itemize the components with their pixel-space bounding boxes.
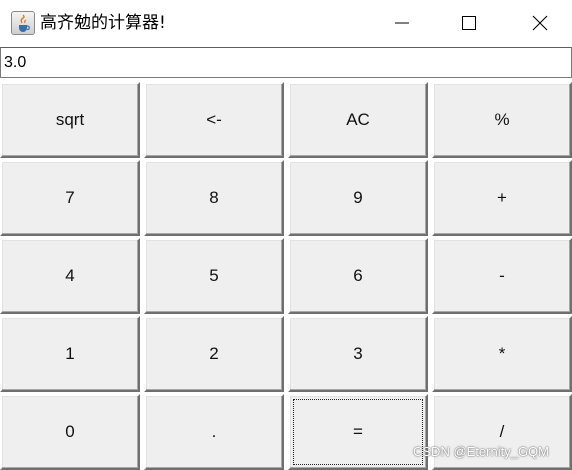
digit-6-button[interactable]: 6 [288, 238, 428, 314]
close-icon [532, 15, 548, 31]
percent-button[interactable]: % [432, 82, 572, 158]
window-title: 高齐勉的计算器! [40, 13, 166, 33]
minimize-icon [395, 22, 409, 24]
result-display[interactable]: 3.0 [0, 47, 572, 78]
plus-button[interactable]: + [432, 160, 572, 236]
multiply-button[interactable]: * [432, 316, 572, 392]
watermark-text: CSDN @Eternity_GQM [413, 444, 549, 459]
maximize-button[interactable] [437, 0, 501, 46]
java-cup-icon [11, 11, 35, 35]
digit-1-button[interactable]: 1 [0, 316, 140, 392]
digit-3-button[interactable]: 3 [288, 316, 428, 392]
digit-2-button[interactable]: 2 [144, 316, 284, 392]
minus-button[interactable]: - [432, 238, 572, 314]
sqrt-button[interactable]: sqrt [0, 82, 140, 158]
digit-4-button[interactable]: 4 [0, 238, 140, 314]
title-bar: 高齐勉的计算器! [0, 0, 572, 46]
digit-8-button[interactable]: 8 [144, 160, 284, 236]
decimal-point-button[interactable]: . [144, 394, 284, 470]
backspace-button[interactable]: <- [144, 82, 284, 158]
clear-button[interactable]: AC [288, 82, 428, 158]
digit-7-button[interactable]: 7 [0, 160, 140, 236]
minimize-button[interactable] [370, 0, 434, 46]
maximize-icon [462, 16, 476, 30]
digit-0-button[interactable]: 0 [0, 394, 140, 470]
keypad: sqrt <- AC % 7 8 9 + 4 5 6 - 1 2 3 * 0 .… [0, 80, 572, 470]
digit-9-button[interactable]: 9 [288, 160, 428, 236]
equals-button[interactable]: = [288, 394, 428, 470]
close-button[interactable] [508, 0, 572, 46]
digit-5-button[interactable]: 5 [144, 238, 284, 314]
